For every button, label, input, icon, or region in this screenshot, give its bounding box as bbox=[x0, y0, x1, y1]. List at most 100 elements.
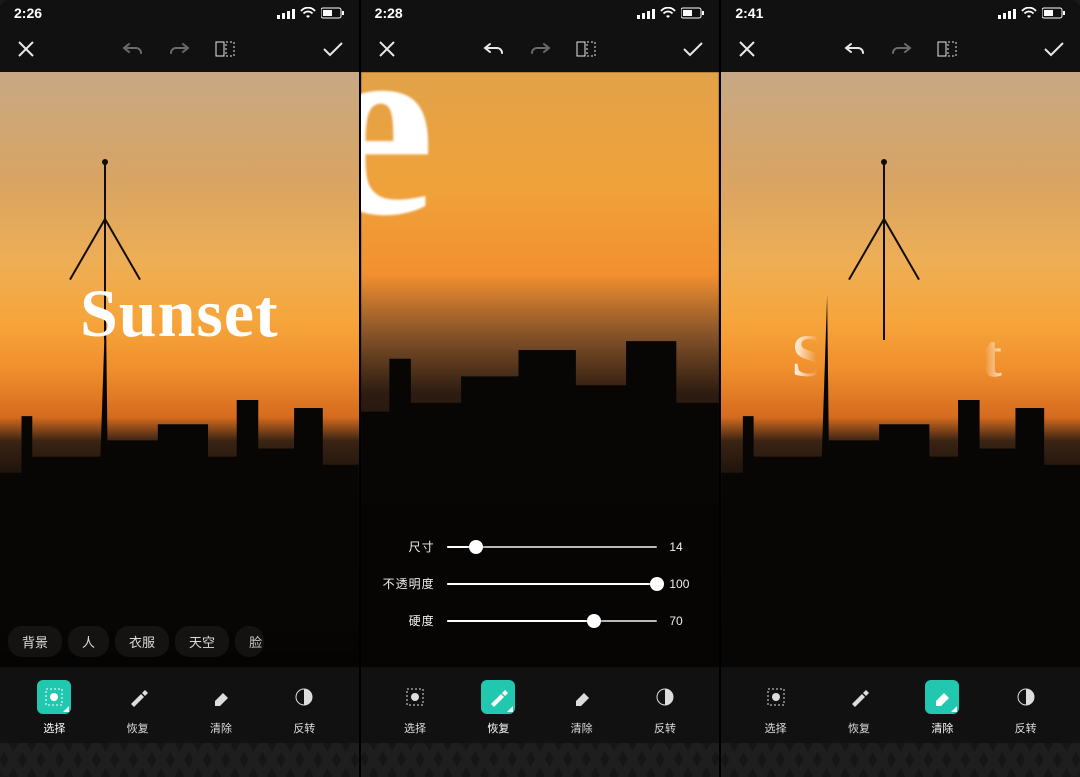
tool-invert[interactable]: 反转 bbox=[997, 680, 1055, 736]
chip-face[interactable]: 脸 bbox=[235, 626, 264, 657]
eraser-icon bbox=[572, 687, 592, 707]
tool-label: 反转 bbox=[654, 720, 676, 736]
close-icon bbox=[738, 40, 756, 58]
confirm-button[interactable] bbox=[681, 37, 705, 61]
battery-icon bbox=[321, 7, 345, 19]
canvas-area[interactable]: Sunset bbox=[721, 72, 1080, 667]
tool-label: 清除 bbox=[571, 720, 593, 736]
status-time: 2:28 bbox=[375, 5, 403, 21]
top-toolbar bbox=[721, 26, 1080, 72]
tool-select[interactable]: 选择 bbox=[25, 680, 83, 736]
wifi-icon bbox=[300, 7, 316, 19]
compare-button[interactable] bbox=[213, 37, 237, 61]
slider-label: 尺寸 bbox=[381, 538, 435, 555]
check-icon bbox=[682, 41, 704, 57]
close-button[interactable] bbox=[14, 37, 38, 61]
tool-label: 选择 bbox=[404, 720, 426, 736]
confirm-button[interactable] bbox=[1042, 37, 1066, 61]
tool-restore[interactable]: 恢复 bbox=[109, 680, 167, 736]
slider-track[interactable] bbox=[447, 546, 658, 548]
undo-icon bbox=[122, 41, 144, 57]
slider-value: 14 bbox=[669, 540, 699, 554]
tool-invert[interactable]: 反转 bbox=[636, 680, 694, 736]
tool-select[interactable]: 选择 bbox=[386, 680, 444, 736]
chip-clothes[interactable]: 衣服 bbox=[115, 626, 169, 657]
slider-size[interactable]: 尺寸 14 bbox=[381, 538, 700, 555]
battery-icon bbox=[1042, 7, 1066, 19]
tool-select[interactable]: 选择 bbox=[747, 680, 805, 736]
status-bar: 2:41 bbox=[721, 0, 1080, 26]
tool-label: 选择 bbox=[43, 720, 65, 736]
tool-invert[interactable]: 反转 bbox=[275, 680, 333, 736]
slider-track[interactable] bbox=[447, 620, 658, 622]
selection-chips: 背景 人 衣服 天空 脸 bbox=[0, 616, 359, 667]
status-bar: 2:28 bbox=[361, 0, 720, 26]
tool-erase[interactable]: 清除 bbox=[553, 680, 611, 736]
eraser-icon bbox=[211, 687, 231, 707]
confirm-button[interactable] bbox=[321, 37, 345, 61]
close-button[interactable] bbox=[735, 37, 759, 61]
tool-row: 选择 恢复 清除 反转 bbox=[0, 667, 359, 743]
redo-button[interactable] bbox=[889, 37, 913, 61]
select-icon bbox=[44, 687, 64, 707]
undo-icon bbox=[483, 41, 505, 57]
canvas-area[interactable]: se 尺寸 14 不透明度 100 硬度 70 bbox=[361, 72, 720, 667]
chip-sky[interactable]: 天空 bbox=[175, 626, 229, 657]
slider-track[interactable] bbox=[447, 583, 658, 585]
check-icon bbox=[1043, 41, 1065, 57]
undo-icon bbox=[844, 41, 866, 57]
pattern-strip bbox=[721, 743, 1080, 777]
pattern-strip bbox=[361, 743, 720, 777]
slider-value: 100 bbox=[669, 577, 699, 591]
tool-label: 反转 bbox=[293, 720, 315, 736]
slider-hardness[interactable]: 硬度 70 bbox=[381, 612, 700, 629]
brush-icon bbox=[128, 687, 148, 707]
cellular-icon bbox=[637, 8, 655, 19]
brush-icon bbox=[849, 687, 869, 707]
compare-icon bbox=[937, 40, 957, 58]
undo-button[interactable] bbox=[482, 37, 506, 61]
cellular-icon bbox=[998, 8, 1016, 19]
status-time: 2:26 bbox=[14, 5, 42, 21]
tool-restore[interactable]: 恢复 bbox=[830, 680, 888, 736]
tool-label: 选择 bbox=[765, 720, 787, 736]
brush-slider-panel: 尺寸 14 不透明度 100 硬度 70 bbox=[361, 504, 720, 667]
chip-background[interactable]: 背景 bbox=[8, 626, 62, 657]
screen-2: 2:28 se 尺寸 14 bbox=[361, 0, 720, 777]
close-icon bbox=[378, 40, 396, 58]
tool-erase[interactable]: 清除 bbox=[192, 680, 250, 736]
close-icon bbox=[17, 40, 35, 58]
tool-row: 选择 恢复 清除 反转 bbox=[721, 667, 1080, 743]
undo-button[interactable] bbox=[121, 37, 145, 61]
redo-button[interactable] bbox=[167, 37, 191, 61]
status-time: 2:41 bbox=[735, 5, 763, 21]
tool-label: 反转 bbox=[1015, 720, 1037, 736]
undo-button[interactable] bbox=[843, 37, 867, 61]
top-toolbar bbox=[0, 26, 359, 72]
slider-opacity[interactable]: 不透明度 100 bbox=[381, 575, 700, 592]
status-indicators bbox=[277, 7, 345, 19]
top-toolbar bbox=[361, 26, 720, 72]
tool-erase[interactable]: 清除 bbox=[913, 680, 971, 736]
tool-label: 清除 bbox=[931, 720, 953, 736]
status-indicators bbox=[998, 7, 1066, 19]
close-button[interactable] bbox=[375, 37, 399, 61]
pattern-strip bbox=[0, 743, 359, 777]
redo-button[interactable] bbox=[528, 37, 552, 61]
tool-label: 恢复 bbox=[848, 720, 870, 736]
tool-label: 清除 bbox=[210, 720, 232, 736]
eraser-icon bbox=[932, 687, 952, 707]
chip-person[interactable]: 人 bbox=[68, 626, 109, 657]
antenna-silhouette bbox=[883, 161, 885, 340]
compare-button[interactable] bbox=[935, 37, 959, 61]
triptych-root: 2:26 Sunset bbox=[0, 0, 1080, 777]
screen-3: 2:41 Sunset 选择 bbox=[721, 0, 1080, 777]
compare-button[interactable] bbox=[574, 37, 598, 61]
tool-restore[interactable]: 恢复 bbox=[469, 680, 527, 736]
battery-icon bbox=[681, 7, 705, 19]
select-icon bbox=[405, 687, 425, 707]
invert-icon bbox=[655, 687, 675, 707]
wifi-icon bbox=[660, 7, 676, 19]
check-icon bbox=[322, 41, 344, 57]
canvas-area[interactable]: Sunset 背景 人 衣服 天空 脸 bbox=[0, 72, 359, 667]
